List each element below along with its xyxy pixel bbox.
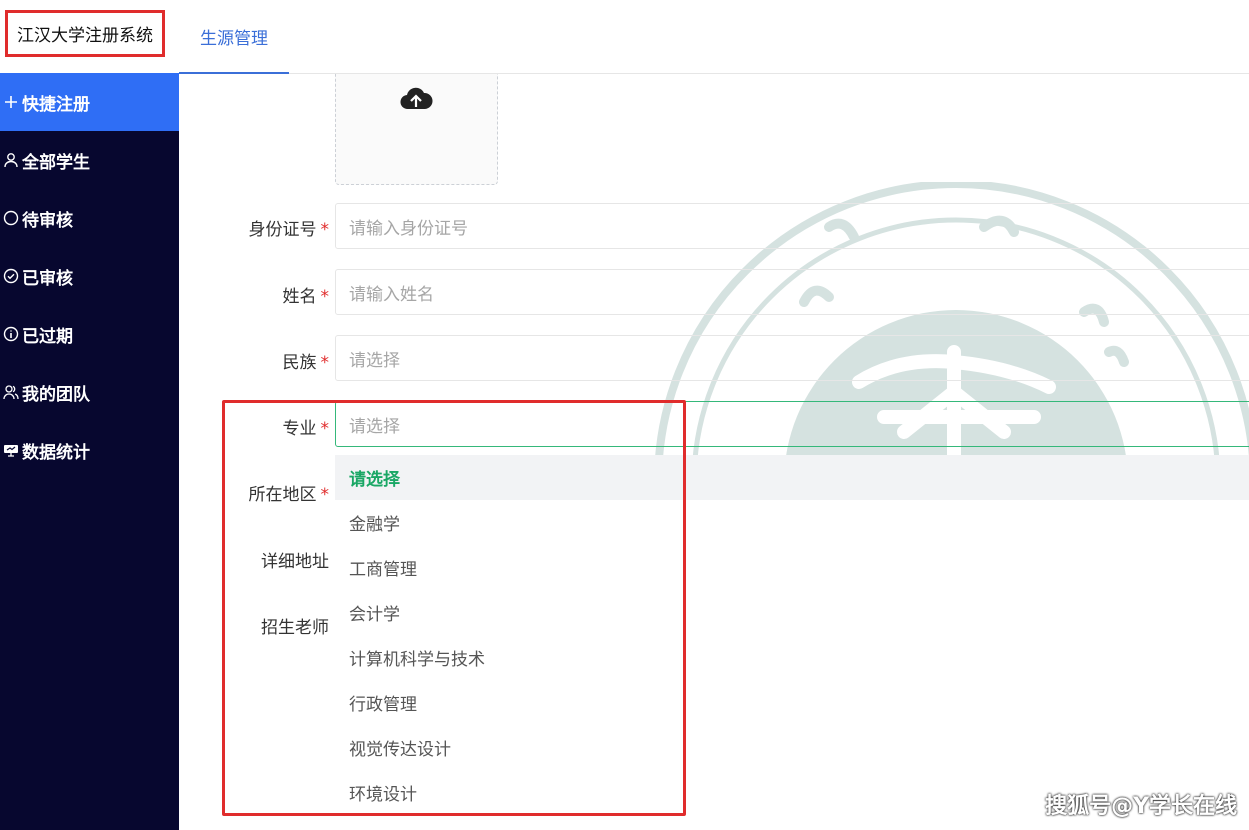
sidebar-item-label: 全部学生 xyxy=(22,152,90,173)
sidebar-item-label: 已审核 xyxy=(22,268,73,289)
sidebar-item-label: 待审核 xyxy=(22,210,73,231)
sidebar-item-expired[interactable]: 已过期 xyxy=(0,305,179,363)
sidebar-item-label: 已过期 xyxy=(22,326,73,347)
name-input[interactable]: 请输入姓名 xyxy=(335,269,1249,315)
app-title[interactable]: 江汉大学注册系统 xyxy=(5,10,165,57)
chart-icon xyxy=(0,442,22,458)
sidebar-item-statistics[interactable]: 数据统计 xyxy=(0,421,179,479)
ethnicity-select[interactable]: 请选择 xyxy=(335,335,1249,381)
id-number-input[interactable]: 请输入身份证号 xyxy=(335,203,1249,249)
sidebar-item-all-students[interactable]: 全部学生 xyxy=(0,131,179,189)
id-number-label: 身份证号 * xyxy=(248,220,330,240)
required-mark: * xyxy=(320,220,330,240)
sidebar-item-pending[interactable]: 待审核 xyxy=(0,189,179,247)
sidebar-item-label: 数据统计 xyxy=(22,442,90,463)
photo-upload-box[interactable] xyxy=(335,74,498,185)
annotation-highlight-box xyxy=(222,400,686,816)
brand-area: 江汉大学注册系统 xyxy=(0,0,179,73)
required-mark: * xyxy=(320,287,330,307)
info-circle-icon xyxy=(0,326,22,342)
required-mark: * xyxy=(320,353,330,373)
name-label: 姓名 * xyxy=(282,287,330,307)
check-circle-icon xyxy=(0,268,22,284)
team-icon xyxy=(0,384,22,400)
top-nav: 生源管理 xyxy=(179,0,1249,74)
sidebar-item-quick-register[interactable]: 快捷注册 xyxy=(0,73,179,131)
sidebar: 快捷注册 全部学生 待审核 已审核 已过期 我的团队 数据统计 xyxy=(0,73,179,830)
cloud-upload-icon xyxy=(400,87,433,110)
circle-icon xyxy=(0,210,22,226)
user-icon xyxy=(0,152,22,168)
main-content: 身份证号 * 请输入身份证号 姓名 * 请输入姓名 民族 * 请选择 专业 * 请选择 … xyxy=(179,74,1249,830)
plus-icon xyxy=(0,94,22,110)
sidebar-item-reviewed[interactable]: 已审核 xyxy=(0,247,179,305)
sidebar-item-label: 快捷注册 xyxy=(22,94,90,115)
tab-student-source[interactable]: 生源管理 xyxy=(179,0,289,74)
watermark-text: 搜狐号@Y学长在线 xyxy=(1045,794,1237,819)
ethnicity-label: 民族 * xyxy=(282,353,330,373)
sidebar-item-label: 我的团队 xyxy=(22,384,90,405)
sidebar-item-my-team[interactable]: 我的团队 xyxy=(0,363,179,421)
